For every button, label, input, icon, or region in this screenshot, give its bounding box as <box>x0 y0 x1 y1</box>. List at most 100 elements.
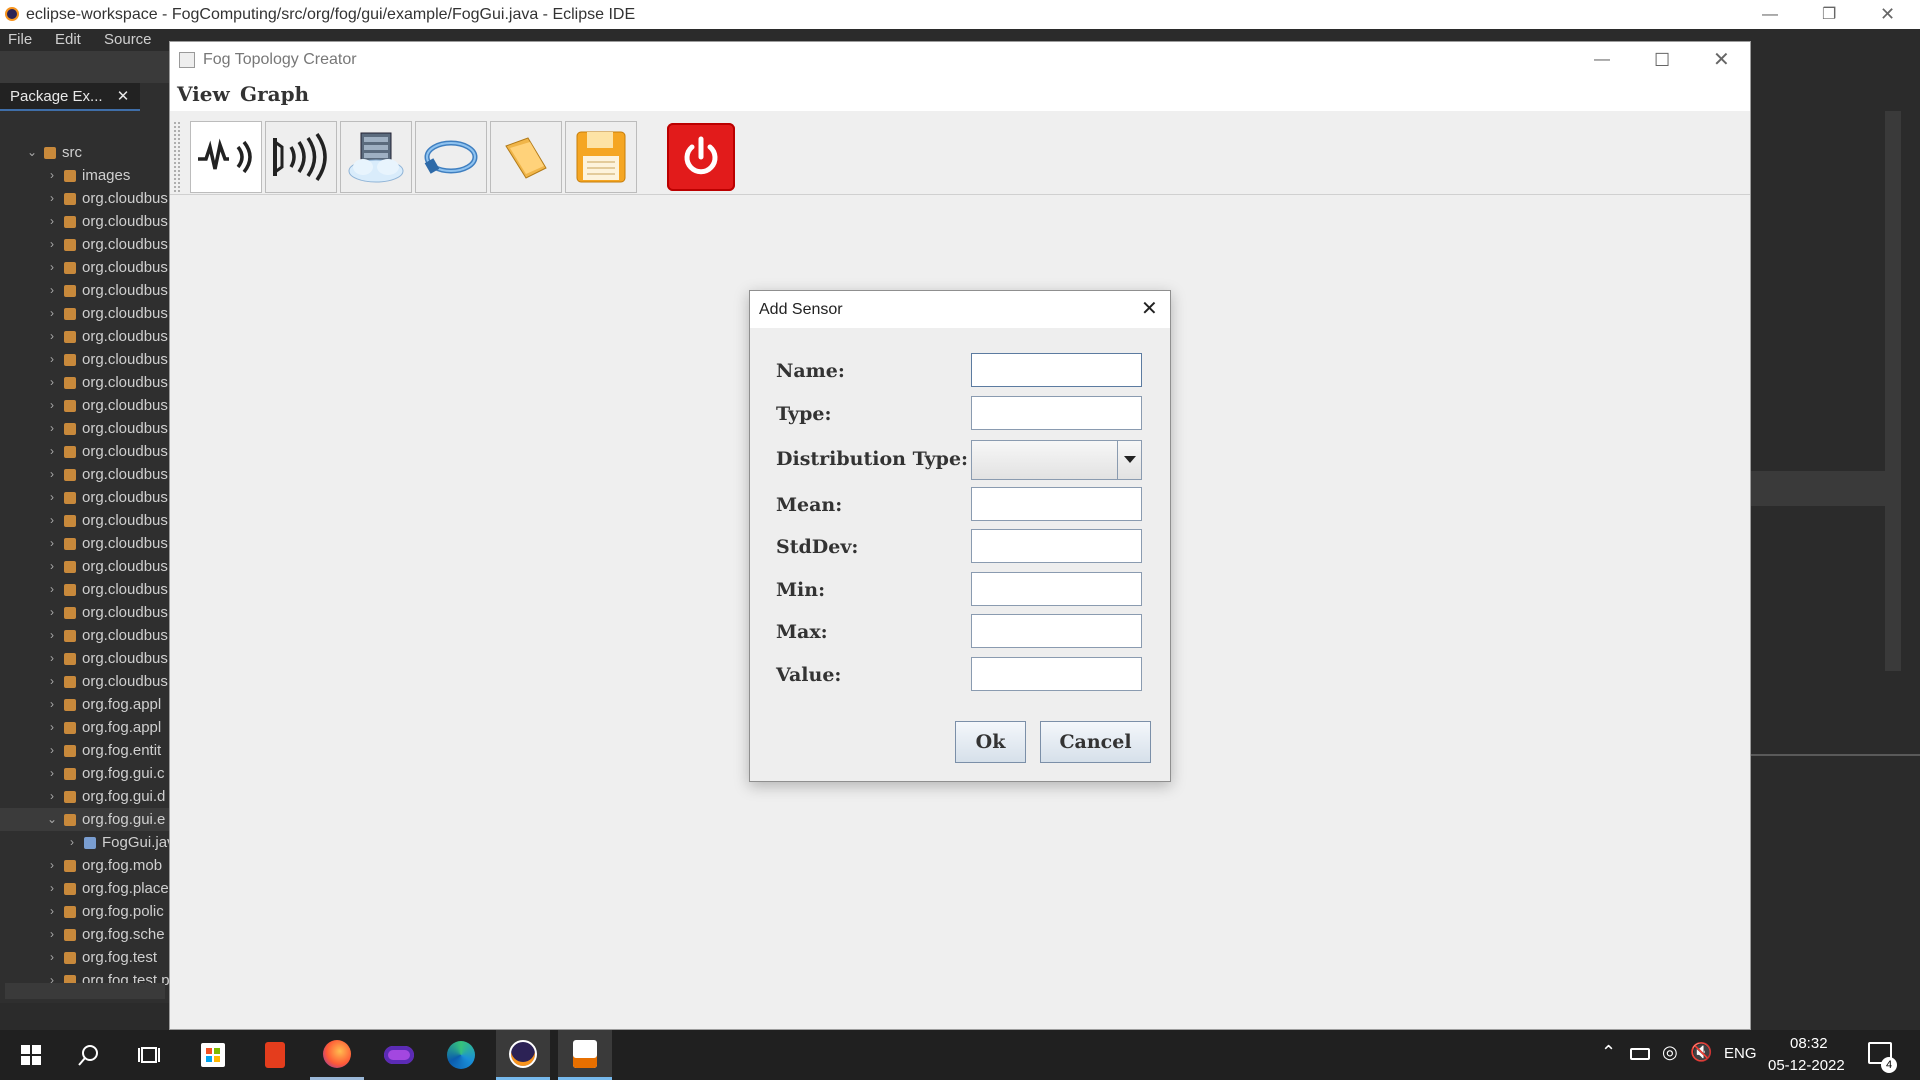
package-tree-item[interactable]: › images <box>0 164 170 187</box>
chevron-right-icon[interactable]: › <box>45 693 59 716</box>
add-fog-device-button[interactable] <box>340 121 412 193</box>
chevron-right-icon[interactable]: › <box>45 279 59 302</box>
chevron-right-icon[interactable]: › <box>45 486 59 509</box>
package-tree-item[interactable]: › org.cloudbus <box>0 371 170 394</box>
chevron-right-icon[interactable]: › <box>45 256 59 279</box>
menu-source[interactable]: Source <box>104 29 152 51</box>
exit-button[interactable] <box>665 121 737 193</box>
add-link-button[interactable] <box>415 121 487 193</box>
package-tree-item[interactable]: › org.cloudbus <box>0 325 170 348</box>
chevron-right-icon[interactable]: › <box>45 647 59 670</box>
package-tree-item[interactable]: › org.fog.place <box>0 877 170 900</box>
vertical-scrollbar[interactable] <box>1885 111 1901 671</box>
chevron-right-icon[interactable]: › <box>45 601 59 624</box>
maximize-icon[interactable]: ☐ <box>1654 42 1670 78</box>
close-icon[interactable]: ✕ <box>1880 0 1895 29</box>
chevron-right-icon[interactable]: › <box>45 762 59 785</box>
menu-view[interactable]: View <box>177 82 230 106</box>
search-button[interactable] <box>62 1030 116 1080</box>
chevron-right-icon[interactable]: › <box>45 670 59 693</box>
chevron-right-icon[interactable]: › <box>45 555 59 578</box>
horizontal-scrollbar[interactable] <box>5 983 165 999</box>
menu-graph[interactable]: Graph <box>240 82 309 106</box>
save-button[interactable] <box>565 121 637 193</box>
package-tree-item[interactable]: › org.cloudbus <box>0 532 170 555</box>
open-file-button[interactable] <box>490 121 562 193</box>
min-field[interactable] <box>971 572 1142 606</box>
chevron-right-icon[interactable]: › <box>45 394 59 417</box>
chevron-right-icon[interactable]: › <box>45 739 59 762</box>
package-tree-item[interactable]: › org.fog.appl <box>0 716 170 739</box>
menu-file[interactable]: File <box>8 29 32 51</box>
package-tree-item[interactable]: › org.cloudbus <box>0 348 170 371</box>
wifi-icon[interactable]: ◎ <box>1662 1042 1678 1063</box>
task-view-button[interactable] <box>122 1030 176 1080</box>
package-explorer-tab[interactable]: Package Ex... ✕ <box>0 83 140 111</box>
max-field[interactable] <box>971 614 1142 648</box>
package-tree-item[interactable]: › org.fog.gui.c <box>0 762 170 785</box>
package-tree-item[interactable]: › org.fog.test <box>0 946 170 969</box>
chevron-right-icon[interactable]: › <box>45 578 59 601</box>
show-hidden-icons-icon[interactable]: ⌃ <box>1601 1042 1616 1063</box>
package-tree-item[interactable]: › org.cloudbus <box>0 210 170 233</box>
chevron-down-icon[interactable]: ⌄ <box>25 141 39 164</box>
start-button[interactable] <box>4 1030 58 1080</box>
java-app[interactable] <box>558 1030 612 1080</box>
mean-field[interactable] <box>971 487 1142 521</box>
minimize-icon[interactable]: — <box>1762 0 1778 29</box>
package-tree-item[interactable]: › org.fog.gui.d <box>0 785 170 808</box>
package-tree-item[interactable]: › org.cloudbus <box>0 417 170 440</box>
chevron-right-icon[interactable]: › <box>45 854 59 877</box>
package-tree-item[interactable]: › FogGui.jav <box>0 831 170 854</box>
value-field[interactable] <box>971 657 1142 691</box>
chevron-right-icon[interactable]: › <box>45 348 59 371</box>
chevron-right-icon[interactable]: › <box>45 716 59 739</box>
package-tree-item[interactable]: › org.cloudbus <box>0 440 170 463</box>
chevron-right-icon[interactable]: › <box>45 210 59 233</box>
chevron-right-icon[interactable]: › <box>45 785 59 808</box>
chevron-right-icon[interactable]: › <box>45 463 59 486</box>
package-tree-item[interactable]: › org.cloudbus <box>0 486 170 509</box>
package-tree-item[interactable]: › org.cloudbus <box>0 670 170 693</box>
toolbar-grip[interactable] <box>173 121 181 193</box>
chevron-down-icon[interactable] <box>1117 440 1142 480</box>
volume-muted-icon[interactable]: 🔇 <box>1690 1042 1712 1063</box>
chevron-right-icon[interactable]: › <box>45 417 59 440</box>
package-tree-item[interactable]: › org.fog.sche <box>0 923 170 946</box>
ok-button[interactable]: Ok <box>955 721 1026 763</box>
chevron-down-icon[interactable]: ⌄ <box>45 808 59 831</box>
office-app[interactable] <box>248 1030 302 1080</box>
chevron-right-icon[interactable]: › <box>45 440 59 463</box>
package-tree-item[interactable]: › org.fog.appl <box>0 693 170 716</box>
firefox-app[interactable] <box>310 1030 364 1080</box>
package-tree-item[interactable]: › org.fog.polic <box>0 900 170 923</box>
chevron-right-icon[interactable]: › <box>45 233 59 256</box>
clock-date[interactable]: 05-12-2022 <box>1768 1057 1845 1074</box>
chevron-right-icon[interactable]: › <box>45 371 59 394</box>
add-actuator-button[interactable] <box>265 121 337 193</box>
add-sensor-button[interactable] <box>190 121 262 193</box>
chevron-right-icon[interactable]: › <box>45 532 59 555</box>
eclipse-app[interactable] <box>496 1030 550 1080</box>
edge-app[interactable] <box>434 1030 488 1080</box>
type-field[interactable] <box>971 396 1142 430</box>
cancel-button[interactable]: Cancel <box>1040 721 1151 763</box>
close-icon[interactable]: ✕ <box>1141 291 1158 328</box>
package-tree-item[interactable]: › org.cloudbus <box>0 394 170 417</box>
package-tree-item[interactable]: › org.fog.mob <box>0 854 170 877</box>
chevron-right-icon[interactable]: › <box>45 624 59 647</box>
package-tree-item[interactable]: › org.fog.entit <box>0 739 170 762</box>
package-tree-item[interactable]: › org.cloudbus <box>0 256 170 279</box>
package-tree-item[interactable]: › org.cloudbus <box>0 601 170 624</box>
package-tree-item[interactable]: ⌄ org.fog.gui.e <box>0 808 170 831</box>
chevron-right-icon[interactable]: › <box>65 831 79 854</box>
close-icon[interactable]: ✕ <box>1713 42 1730 78</box>
package-tree-item[interactable]: › org.cloudbus <box>0 187 170 210</box>
language-indicator[interactable]: ENG <box>1724 1045 1757 1062</box>
clock-time[interactable]: 08:32 <box>1790 1035 1828 1052</box>
chevron-right-icon[interactable]: › <box>45 900 59 923</box>
package-tree-item[interactable]: › org.cloudbus <box>0 233 170 256</box>
package-tree-item[interactable]: ⌄ src <box>0 141 170 164</box>
chevron-right-icon[interactable]: › <box>45 509 59 532</box>
chevron-right-icon[interactable]: › <box>45 164 59 187</box>
